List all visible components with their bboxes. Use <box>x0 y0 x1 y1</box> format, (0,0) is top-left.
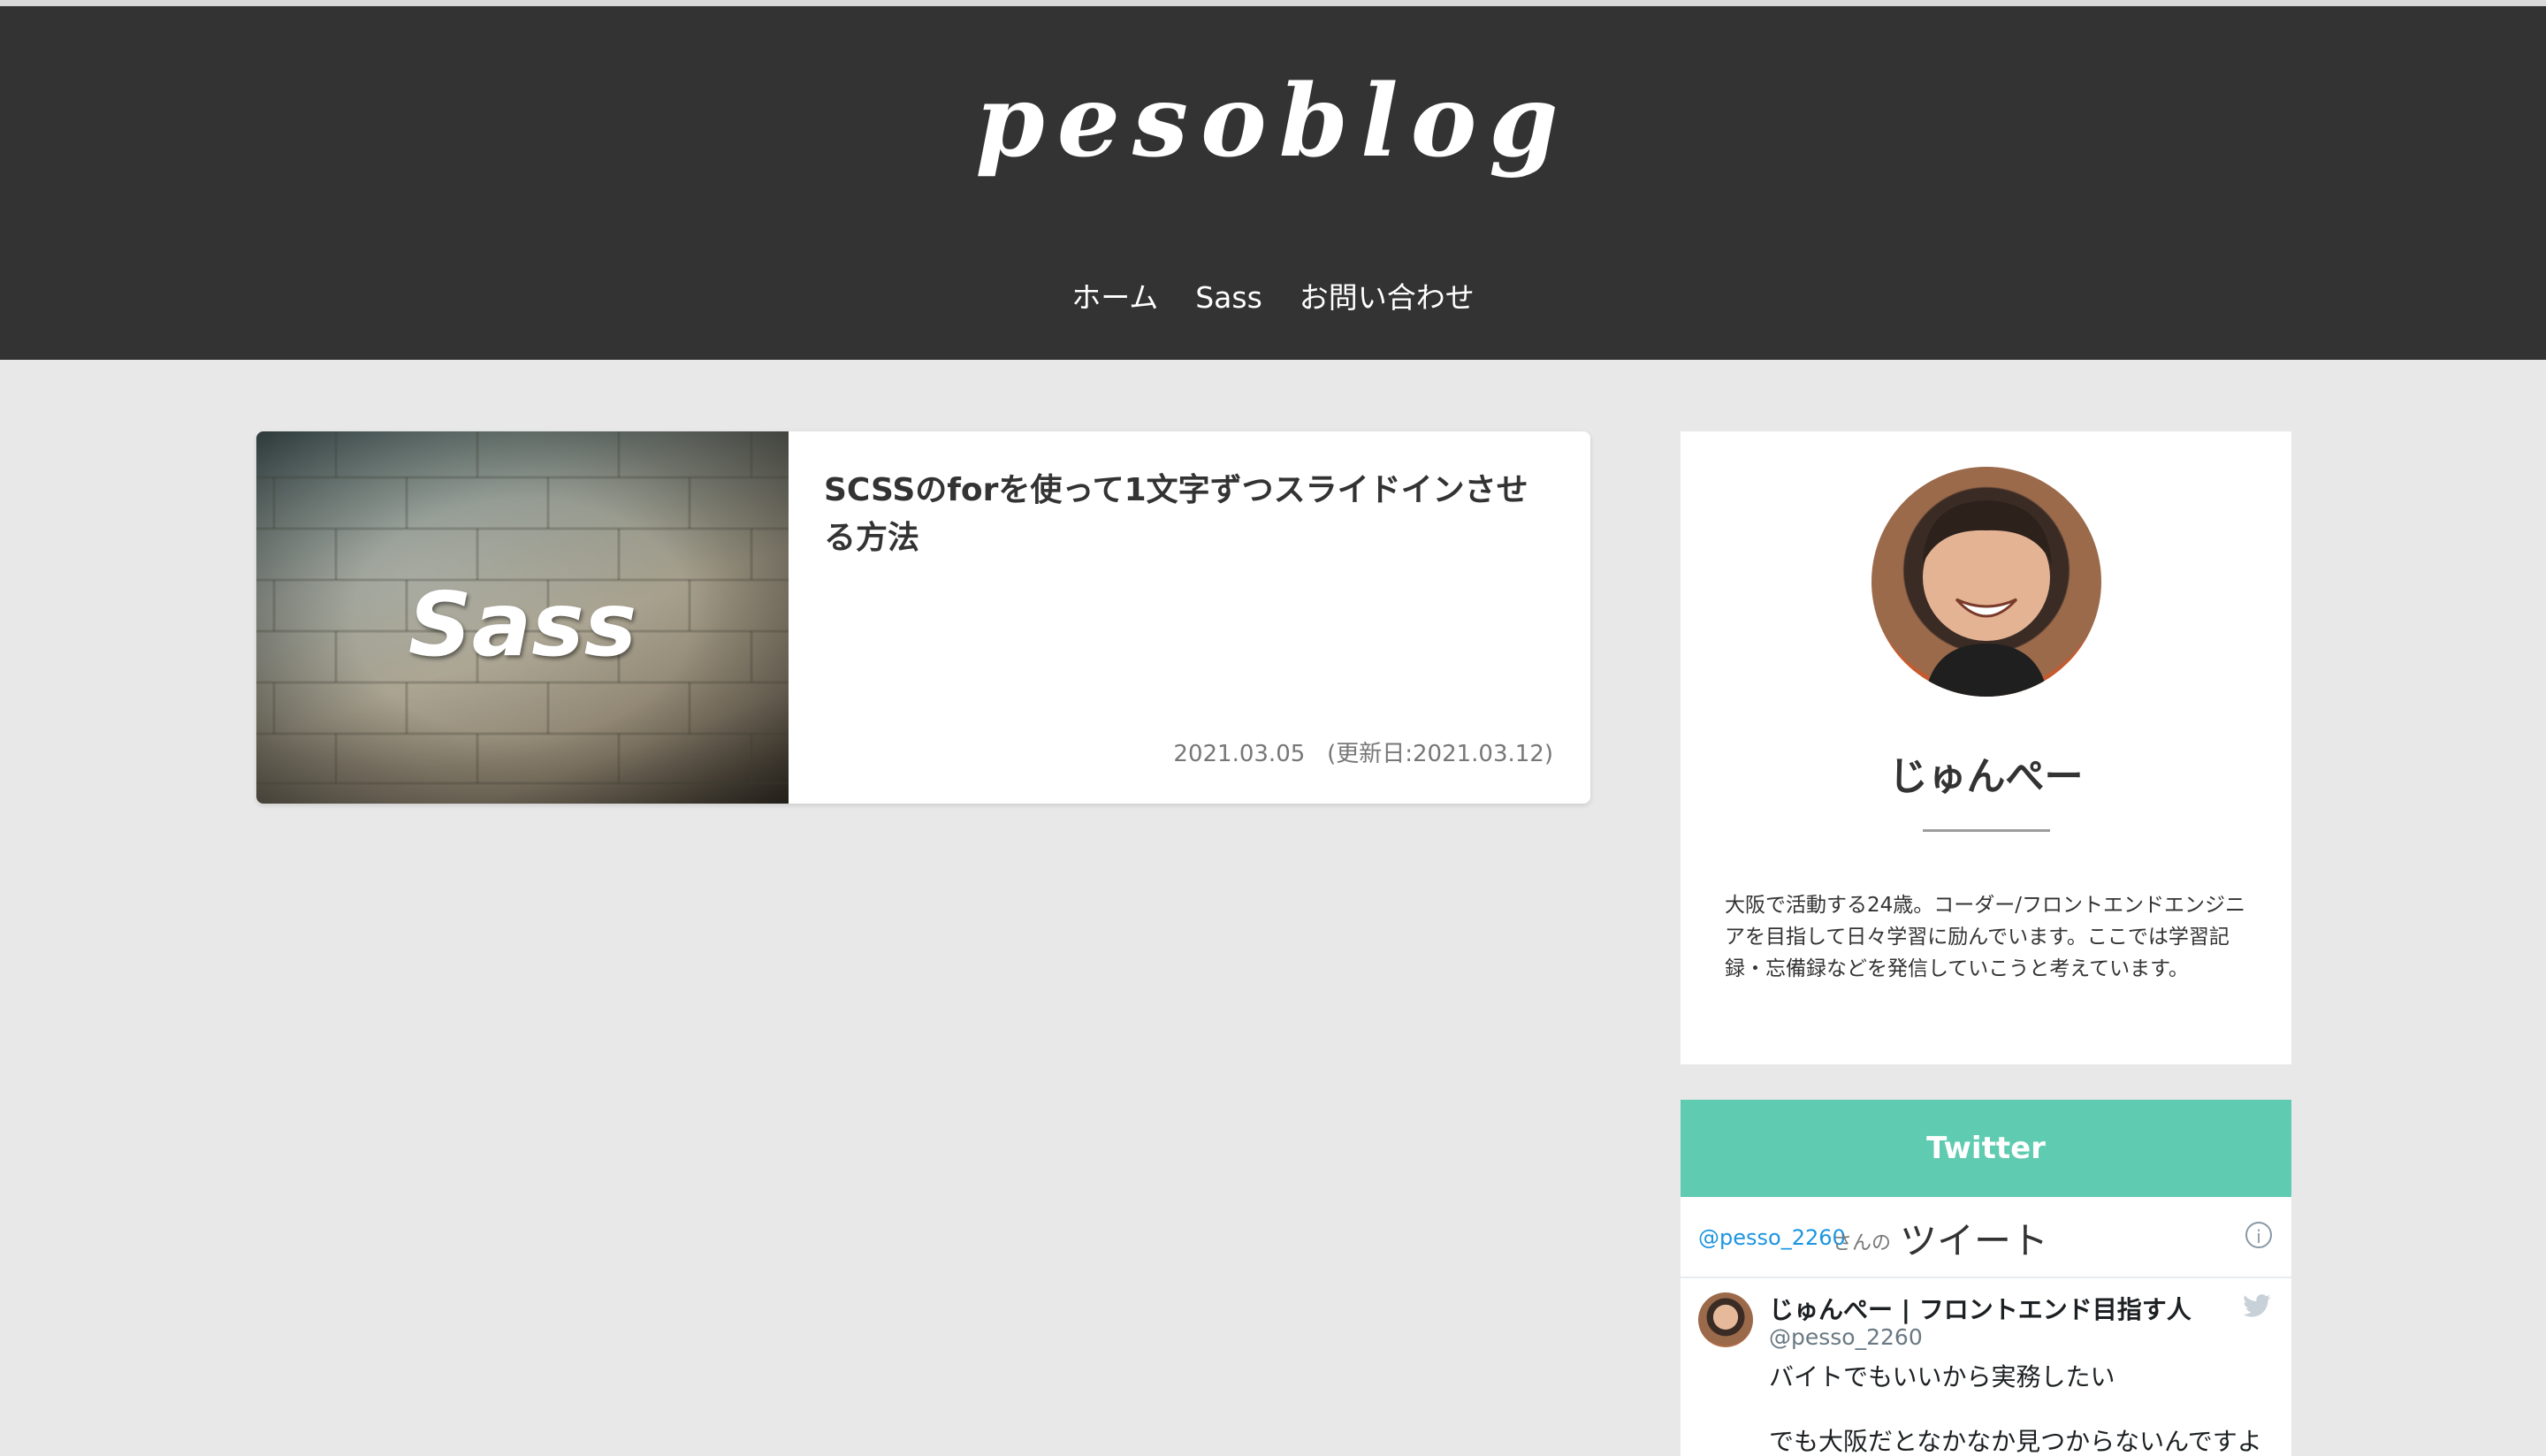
site-header: pesoblog ホーム Sass お問い合わせ <box>0 6 2546 360</box>
twitter-timeline[interactable]: @pesso_2260 さんの ツイート i じゅんぺー | フロントエンド目指… <box>1681 1197 2291 1456</box>
site-logo[interactable]: pesoblog <box>0 72 2546 172</box>
twitter-bird-icon[interactable] <box>2242 1294 2272 1323</box>
twitter-san-no: さんの <box>1833 1232 1892 1254</box>
tweet-author-avatar[interactable] <box>1698 1292 1753 1347</box>
twitter-timeline-header: @pesso_2260 さんの ツイート i <box>1681 1197 2291 1278</box>
article-title[interactable]: SCSSのforを使って1文字ずつスライドインさせる方法 <box>824 467 1558 562</box>
twitter-widget-header: Twitter <box>1681 1100 2291 1197</box>
twitter-handle-link[interactable]: @pesso_2260 <box>1698 1225 1846 1250</box>
twitter-timeline-title: ツイート <box>1900 1219 2049 1262</box>
nav-item-contact[interactable]: お問い合わせ <box>1300 277 1475 319</box>
nav-item-sass[interactable]: Sass <box>1195 277 1262 319</box>
info-icon[interactable]: i <box>2245 1222 2272 1248</box>
nav-item-home[interactable]: ホーム <box>1071 277 1158 319</box>
article-date-line: 2021.03.05 (更新日:2021.03.12) <box>1173 736 1553 768</box>
tweet-author-name[interactable]: じゅんぺー | フロントエンド目指す人 <box>1769 1291 2192 1326</box>
browser-top-line <box>0 0 2546 6</box>
tweet-author-handle[interactable]: @pesso_2260 <box>1769 1324 1923 1350</box>
avatar-face-illustration <box>1923 500 2052 697</box>
profile-card: じゅんぺー 大阪で活動する24歳。コーダー/フロントエンドエンジニアを目指して日… <box>1681 431 2291 1064</box>
profile-divider <box>1923 829 2050 832</box>
article-thumbnail[interactable]: Sass <box>256 431 789 804</box>
profile-avatar <box>1871 467 2101 697</box>
article-date: 2021.03.05 <box>1173 741 1306 767</box>
article-card[interactable]: Sass SCSSのforを使って1文字ずつスライドインさせる方法 2021.0… <box>256 431 1590 804</box>
profile-bio: 大阪で活動する24歳。コーダー/フロントエンドエンジニアを目指して日々学習に励ん… <box>1725 894 2246 980</box>
tweet-text-line-2: でも大阪だとなかなか見つからないんですよ <box>1769 1427 2262 1456</box>
profile-name: じゅんぺー <box>1888 754 2084 799</box>
global-nav: ホーム Sass お問い合わせ <box>0 277 2546 319</box>
thumbnail-label: Sass <box>408 573 637 676</box>
article-updated-date: (更新日:2021.03.12) <box>1327 741 1553 767</box>
tweet-text-line-1: バイトでもいいから実務したい <box>1769 1362 2115 1391</box>
